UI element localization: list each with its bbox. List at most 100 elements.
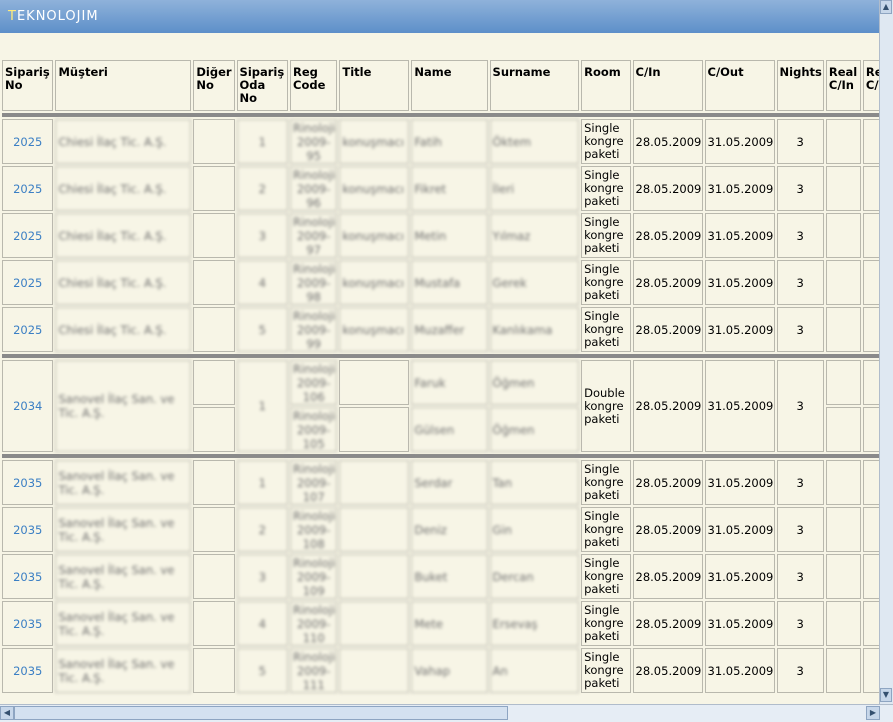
- scroll-down-button[interactable]: ▼: [880, 688, 892, 702]
- check-in-cell: 28.05.2009: [632, 307, 703, 352]
- nights-cell: 3: [776, 601, 824, 646]
- order-no-link[interactable]: 2025: [2, 213, 54, 258]
- real-check-in-cell: [825, 554, 861, 599]
- check-in-cell: 28.05.2009: [632, 554, 703, 599]
- real-check-out-cell: [862, 166, 880, 211]
- order-no-link[interactable]: 2025: [2, 166, 54, 211]
- reg-code-cell: Rinoloji-2009-106: [290, 360, 338, 405]
- real-check-in-cell: [825, 507, 861, 552]
- check-in-cell: 28.05.2009: [632, 601, 703, 646]
- title-cell: [339, 648, 410, 693]
- order-no-link[interactable]: 2035: [2, 507, 54, 552]
- check-out-cell: 31.05.2009: [704, 307, 775, 352]
- real-check-in-cell: [825, 119, 861, 164]
- title-cell: [339, 460, 410, 505]
- app-logo: TEKNOLOJIM: [8, 9, 99, 24]
- order-no-link[interactable]: 2025: [2, 260, 54, 305]
- check-in-cell: 28.05.2009: [632, 360, 703, 452]
- order-no-link[interactable]: 2025: [2, 119, 54, 164]
- surname-cell: An: [489, 648, 580, 693]
- name-cell: Gülsen: [411, 407, 488, 452]
- room-type-cell: Single kongre paketi: [581, 648, 631, 693]
- nights-cell: 3: [776, 507, 824, 552]
- customer-cell: Sanovel İlaç San. ve Tic. A.Ş.: [55, 460, 192, 505]
- nights-cell: 3: [776, 460, 824, 505]
- col-header: Surname: [489, 60, 580, 111]
- name-cell: Metin: [411, 213, 488, 258]
- other-no-cell: [193, 360, 235, 405]
- real-check-out-cell: [862, 648, 880, 693]
- customer-cell: Sanovel İlaç San. ve Tic. A.Ş.: [55, 601, 192, 646]
- other-no-cell: [193, 507, 235, 552]
- surname-cell: Öktem: [489, 119, 580, 164]
- name-cell: Mete: [411, 601, 488, 646]
- order-no-link[interactable]: 2035: [2, 460, 54, 505]
- other-no-cell: [193, 648, 235, 693]
- name-cell: Serdar: [411, 460, 488, 505]
- table-row: 2035 Sanovel İlaç San. ve Tic. A.Ş. 1 Rinol…: [2, 460, 880, 505]
- other-no-cell: [193, 601, 235, 646]
- table-row: 2025 Chiesi İlaç Tic. A.Ş. 1 Rinoloji-2009-…: [2, 119, 880, 164]
- customer-cell: Sanovel İlaç San. ve Tic. A.Ş.: [55, 554, 192, 599]
- real-check-in-cell: [825, 648, 861, 693]
- table-row: 2035 Sanovel İlaç San. ve Tic. A.Ş. 4 Rinol…: [2, 601, 880, 646]
- customer-cell: Sanovel İlaç San. ve Tic. A.Ş.: [55, 507, 192, 552]
- surname-cell: Dercan: [489, 554, 580, 599]
- nights-cell: 3: [776, 166, 824, 211]
- col-header: Title: [339, 60, 410, 111]
- order-no-link[interactable]: 2035: [2, 601, 54, 646]
- real-check-out-cell: [862, 360, 880, 405]
- real-check-out-cell: [862, 554, 880, 599]
- vertical-scrollbar[interactable]: ▲ ▼: [879, 0, 893, 705]
- real-check-in-cell: [825, 360, 861, 405]
- room-type-cell: Single kongre paketi: [581, 460, 631, 505]
- real-check-in-cell: [825, 166, 861, 211]
- real-check-in-cell: [825, 460, 861, 505]
- real-check-in-cell: [825, 213, 861, 258]
- order-no-link[interactable]: 2035: [2, 554, 54, 599]
- scroll-right-button[interactable]: ▶: [866, 706, 880, 720]
- check-out-cell: 31.05.2009: [704, 507, 775, 552]
- room-type-cell: Double kongre paketi: [581, 360, 631, 452]
- room-type-cell: Single kongre paketi: [581, 554, 631, 599]
- horizontal-scrollbar[interactable]: ◀ ▶: [0, 704, 893, 722]
- reg-code-cell: Rinoloji-2009-99: [290, 307, 338, 352]
- room-no-cell: 2: [236, 166, 288, 211]
- name-cell: Mustafa: [411, 260, 488, 305]
- real-check-out-cell: [862, 260, 880, 305]
- scroll-up-button[interactable]: ▲: [880, 0, 892, 14]
- col-header: Real C/Out: [862, 60, 880, 111]
- check-in-cell: 28.05.2009: [632, 213, 703, 258]
- other-no-cell: [193, 407, 235, 452]
- col-header: Diğer No: [193, 60, 235, 111]
- scroll-left-button[interactable]: ◀: [0, 706, 14, 720]
- surname-cell: Gerek: [489, 260, 580, 305]
- order-no-link[interactable]: 2025: [2, 307, 54, 352]
- other-no-cell: [193, 554, 235, 599]
- col-header: Real C/In: [825, 60, 861, 111]
- check-in-cell: 28.05.2009: [632, 507, 703, 552]
- check-in-cell: 28.05.2009: [632, 166, 703, 211]
- title-cell: [339, 360, 410, 405]
- name-cell: Vahap: [411, 648, 488, 693]
- order-no-link[interactable]: 2035: [2, 648, 54, 693]
- name-cell: Deniz: [411, 507, 488, 552]
- reg-code-cell: Rinoloji-2009-98: [290, 260, 338, 305]
- real-check-out-cell: [862, 407, 880, 452]
- check-out-cell: 31.05.2009: [704, 213, 775, 258]
- reg-code-cell: Rinoloji-2009-108: [290, 507, 338, 552]
- table-header-row: Sipariş No Müşteri Diğer No Sipariş Oda …: [2, 60, 880, 111]
- horizontal-scroll-thumb[interactable]: [14, 706, 508, 720]
- col-header: Sipariş No: [2, 60, 54, 111]
- room-no-cell: 3: [236, 554, 288, 599]
- reg-code-cell: Rinoloji-2009-105: [290, 407, 338, 452]
- customer-cell: Chiesi İlaç Tic. A.Ş.: [55, 213, 192, 258]
- order-no-link[interactable]: 2034: [2, 360, 54, 452]
- room-no-cell: 4: [236, 601, 288, 646]
- room-type-cell: Single kongre paketi: [581, 307, 631, 352]
- table-row: 2025 Chiesi İlaç Tic. A.Ş. 5 Rinoloji-2009-…: [2, 307, 880, 352]
- nights-cell: 3: [776, 119, 824, 164]
- col-header: Sipariş Oda No: [236, 60, 288, 111]
- other-no-cell: [193, 307, 235, 352]
- room-no-cell: 2: [236, 507, 288, 552]
